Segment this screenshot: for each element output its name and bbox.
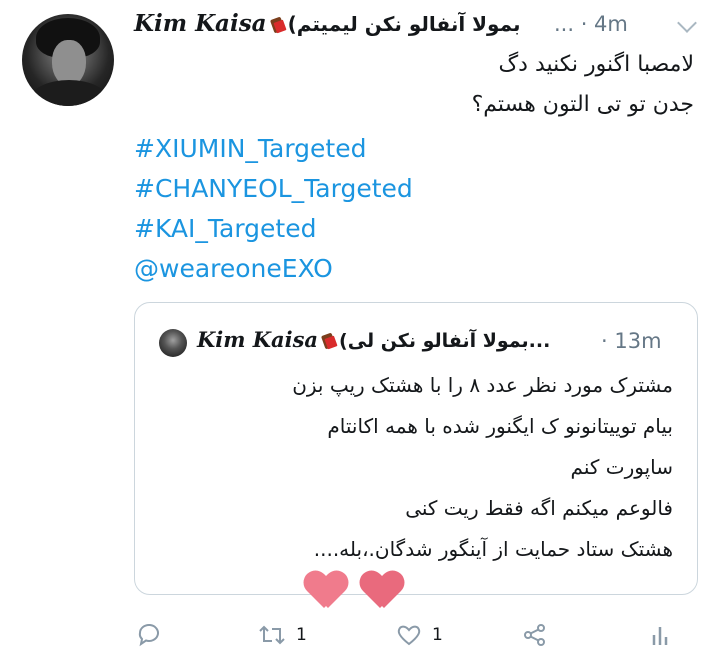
tweet-header: Kim Kaisa (بمولا آنفالو نکن لیمیتم ... · … — [134, 10, 704, 40]
tweet-body-line: لامصبا اگنور نکنید دگ — [498, 52, 694, 77]
hashtag-link[interactable]: #XIUMIN_Targeted — [134, 134, 366, 163]
mention-link[interactable]: @weareoneEXO — [134, 254, 333, 283]
quoted-text-line: فالوعم میکنم اگه فقط ریت کنی — [405, 496, 673, 520]
quoted-text-line: هشتک ستاد حمایت از آینگور شدگان.،بله.... — [313, 537, 673, 561]
analytics-icon — [652, 627, 668, 645]
heart-sticker — [360, 572, 404, 612]
reply-button[interactable] — [136, 618, 162, 652]
quoted-author-suffix: (بمولا آنفالو نکن لی... — [339, 330, 551, 352]
quoted-text-line: مشترک مورد نظر عدد ۸ را با هشتک ریپ بزن — [292, 373, 673, 397]
quoted-text-line: بیام توییتانونو ک ایگنور شده با همه اکان… — [327, 414, 673, 438]
quoted-avatar — [159, 329, 187, 357]
like-button[interactable]: 1 — [396, 618, 443, 652]
author-suffix: (بمولا آنفالو نکن لیمیتم — [287, 12, 521, 36]
quoted-text-line: ساپورت کنم — [570, 455, 673, 479]
quoted-tweet[interactable]: Kim Kaisa (بمولا آنفالو نکن لی... · 13m م… — [134, 302, 698, 595]
heart-sticker — [304, 572, 348, 612]
author-name[interactable]: Kim Kaisa (بمولا آنفالو نکن لیمیتم — [134, 10, 521, 37]
tweet[interactable]: Kim Kaisa (بمولا آنفالو نکن لیمیتم ... · … — [0, 0, 720, 661]
chocolate-icon — [269, 15, 287, 34]
avatar[interactable] — [22, 14, 114, 106]
share-icon — [524, 624, 545, 646]
analytics-button[interactable] — [648, 618, 672, 652]
quoted-time: · 13m — [601, 329, 662, 353]
retweet-count: 1 — [296, 625, 307, 645]
heart-stickers — [300, 570, 412, 620]
hashtag-link[interactable]: #CHANYEOL_Targeted — [134, 174, 413, 203]
retweet-button[interactable]: 1 — [258, 618, 307, 652]
quoted-author-name: Kim Kaisa (بمولا آنفالو نکن لی... — [197, 327, 551, 352]
hashtag-link[interactable]: #KAI_Targeted — [134, 214, 316, 243]
tweet-actions: 1 1 — [134, 618, 694, 654]
retweet-icon — [259, 625, 285, 645]
avatar-body — [30, 80, 108, 106]
chocolate-icon — [320, 331, 338, 350]
author-name-text: Kim Kaisa — [134, 10, 267, 37]
share-button[interactable] — [522, 618, 548, 652]
tweet-meta[interactable]: ... · 4m — [554, 12, 628, 36]
tweet-body-line: جدن تو تی التون هستم؟ — [471, 92, 694, 117]
chevron-down-icon[interactable] — [677, 13, 697, 33]
like-count: 1 — [432, 625, 443, 645]
heart-icon — [397, 625, 421, 646]
reply-icon — [138, 623, 159, 647]
